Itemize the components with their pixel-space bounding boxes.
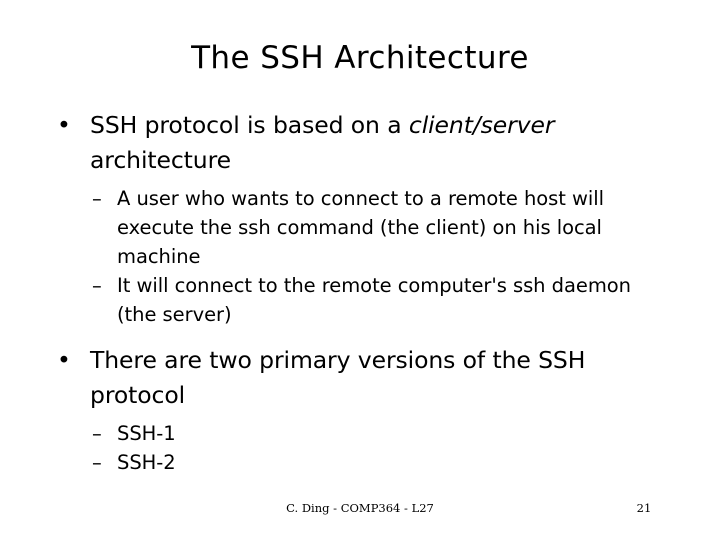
slide-body: • SSH protocol is based on a client/serv… xyxy=(0,108,720,477)
bullet-level2: – SSH-2 xyxy=(0,448,720,477)
bullet-dot-icon: • xyxy=(57,111,71,139)
bullet-level2-text: A user who wants to connect to a remote … xyxy=(117,187,604,268)
bullet-level2-text: It will connect to the remote computer's… xyxy=(117,274,631,326)
bullet-level1-text-part1: SSH protocol is based on a xyxy=(90,111,409,139)
bullet-dash-icon: – xyxy=(92,451,102,474)
bullet-level2: – SSH-1 xyxy=(0,419,720,448)
slide: The SSH Architecture • SSH protocol is b… xyxy=(0,0,720,540)
bullet-level1-text-part2: architecture xyxy=(90,146,231,174)
bullet-dot-icon: • xyxy=(57,346,71,374)
bullet-level2: – A user who wants to connect to a remot… xyxy=(0,184,720,271)
bullet-level1-emphasis: client/server xyxy=(408,111,555,139)
bullet-level1: • There are two primary versions of the … xyxy=(0,343,720,413)
bullet-level2-text: SSH-2 xyxy=(117,451,176,474)
bullet-level2: – It will connect to the remote computer… xyxy=(0,271,720,329)
bullet-level1: • SSH protocol is based on a client/serv… xyxy=(0,108,720,178)
slide-footer: C. Ding - COMP364 - L27 21 xyxy=(0,500,720,540)
bullet-level2-text: SSH-1 xyxy=(117,422,176,445)
footer-credit: C. Ding - COMP364 - L27 xyxy=(286,501,434,515)
bullet-dash-icon: – xyxy=(92,187,102,210)
page-title: The SSH Architecture xyxy=(191,40,529,76)
page-number: 21 xyxy=(636,501,652,515)
bullet-dash-icon: – xyxy=(92,422,102,445)
bullet-dash-icon: – xyxy=(92,274,102,297)
bullet-level1-text: There are two primary versions of the SS… xyxy=(90,346,586,409)
